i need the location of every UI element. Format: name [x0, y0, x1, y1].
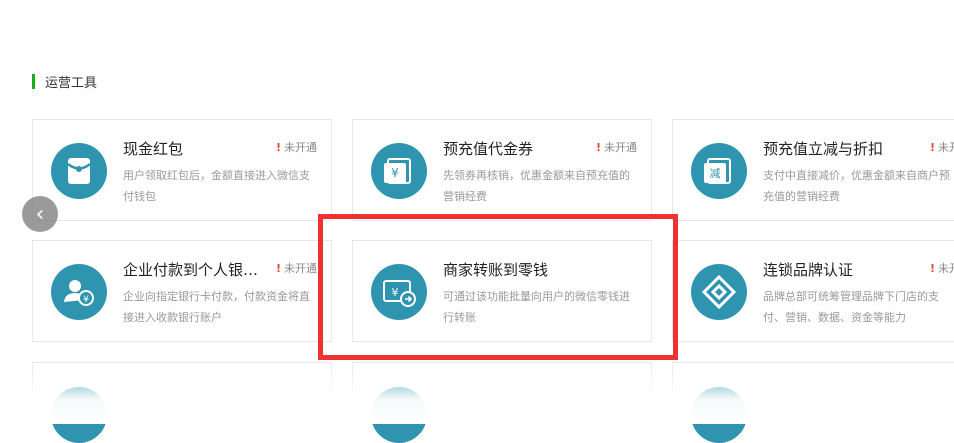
discount-voucher-icon: 减 — [691, 143, 747, 199]
status-badge: !未开通 — [929, 262, 954, 275]
card-title: 预充值立减与折扣 — [763, 140, 884, 158]
group-payment-icon: ¥ — [51, 264, 107, 320]
svg-text:¥: ¥ — [392, 286, 399, 299]
card-prepaid-voucher[interactable]: ¥ 预充值代金券 ! 未开通 先领券再核销，优惠金额来自预充值的营销经费 — [352, 119, 652, 221]
card-title: 商家转账到零钱 — [443, 261, 549, 279]
section-header: 运营工具 — [32, 72, 98, 91]
card-description: 用户领取红包后，金额直接进入微信支付钱包 — [123, 169, 310, 203]
status-badge: !未开通 — [275, 141, 317, 154]
card-description: 支付中直接减价，优惠金额来自商户预充值的营销经费 — [763, 169, 950, 203]
card-title: 连锁品牌认证 — [763, 261, 854, 279]
card-prepaid-discount[interactable]: 减 预充值立减与折扣 !未开通 支付中直接减价，优惠金额来自商户预充值的营销经费 — [672, 119, 954, 221]
card-enterprise-payment[interactable]: ¥ 企业付款到个人银… ! 未开通 企业向指定银行卡付款，付款资金将直接进入收款银… — [32, 240, 332, 342]
card-cash-red-envelope[interactable]: 现金红包 ! 未开通 用户领取红包后，金额直接进入微信支付钱包 — [32, 119, 332, 221]
chain-brand-icon — [691, 264, 747, 320]
section-title: 运营工具 — [45, 75, 98, 91]
card-description: 先领券再核销，优惠金额来自预充值的营销经费 — [443, 169, 630, 203]
card-title: 预充值代金券 — [443, 140, 534, 158]
red-envelope-icon — [51, 143, 107, 199]
card-chain-brand[interactable]: 连锁品牌认证 !未开通 品牌总部可统筹管理品牌下门店的支付、营销、数据、资金等能… — [672, 240, 954, 342]
status-badge: !未开通 — [929, 141, 954, 154]
card-title: 企业付款到个人银… — [123, 261, 259, 279]
carousel-prev-button[interactable]: ‹ — [22, 196, 58, 232]
svg-text:减: 减 — [710, 167, 721, 180]
section-accent-bar — [32, 73, 35, 89]
status-badge: !未开通 — [595, 141, 637, 154]
svg-text:¥: ¥ — [83, 295, 89, 305]
svg-text:¥: ¥ — [391, 166, 399, 180]
card-title: 现金红包 — [123, 140, 184, 158]
card-merchant-transfer[interactable]: ¥ 商家转账到零钱 可通过该功能批量向用户的微信零钱进行转账 — [352, 240, 652, 342]
bottom-fade — [0, 362, 954, 424]
status-badge: !未开通 — [275, 262, 317, 275]
chevron-left-icon: ‹ — [35, 201, 45, 227]
card-description: 可通过该功能批量向用户的微信零钱进行转账 — [443, 290, 630, 324]
wallet-transfer-icon: ¥ — [371, 264, 427, 320]
card-description: 企业向指定银行卡付款，付款资金将直接进入收款银行账户 — [123, 290, 310, 324]
yen-voucher-icon: ¥ — [371, 143, 427, 199]
card-description: 品牌总部可统筹管理品牌下门店的支付、营销、数据、资金等能力 — [763, 290, 939, 324]
